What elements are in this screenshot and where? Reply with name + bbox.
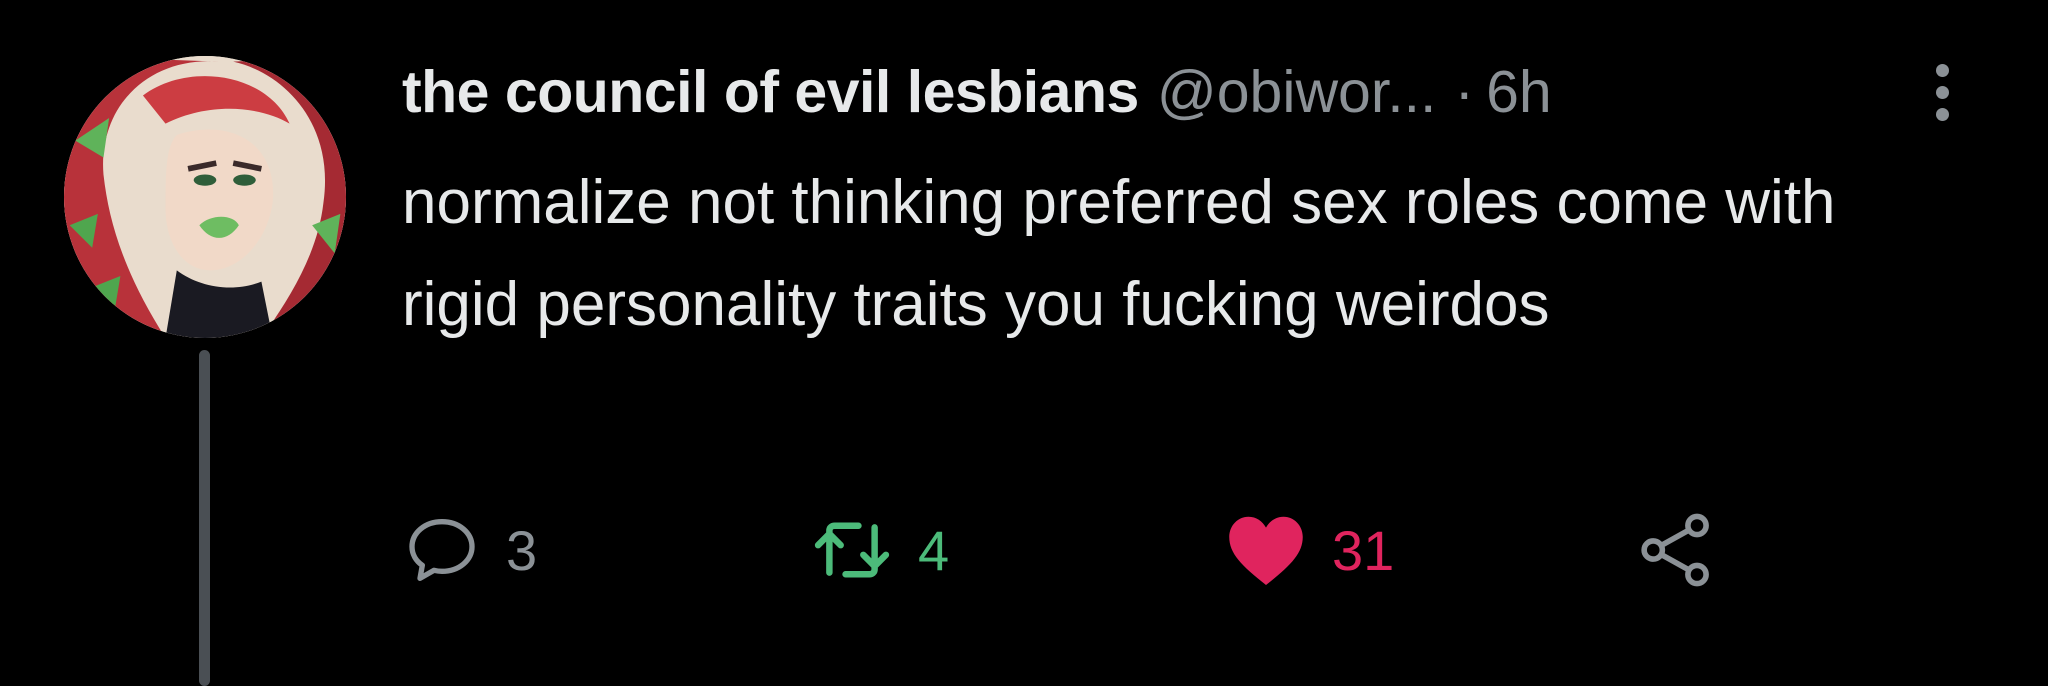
- share-icon: [1634, 508, 1718, 592]
- user-handle[interactable]: @obiwor...: [1157, 58, 1437, 126]
- like-button[interactable]: 31: [1224, 505, 1394, 595]
- separator-dot: ·: [1454, 59, 1475, 125]
- tweet[interactable]: the council of evil lesbians @obiwor... …: [0, 0, 2048, 686]
- timestamp[interactable]: 6h: [1486, 58, 1552, 126]
- retweet-count: 4: [918, 518, 950, 582]
- retweet-icon: [810, 510, 894, 590]
- more-options-icon[interactable]: [1920, 52, 1964, 132]
- heart-icon: [1224, 510, 1308, 590]
- speech-bubble-icon: [402, 510, 482, 590]
- avatar-image: [64, 56, 346, 338]
- retweet-button[interactable]: 4: [810, 505, 949, 595]
- tweet-text: normalize not thinking preferred sex rol…: [402, 168, 1836, 339]
- tweet-header: the council of evil lesbians @obiwor... …: [402, 52, 1552, 132]
- display-name[interactable]: the council of evil lesbians: [402, 58, 1139, 126]
- share-button[interactable]: [1634, 505, 1718, 595]
- reply-button[interactable]: 3: [402, 505, 537, 595]
- reply-count: 3: [506, 518, 538, 582]
- action-bar: 3 4 31: [402, 505, 1762, 595]
- thread-line: [199, 350, 210, 686]
- avatar[interactable]: [64, 56, 346, 338]
- like-count: 31: [1332, 518, 1395, 582]
